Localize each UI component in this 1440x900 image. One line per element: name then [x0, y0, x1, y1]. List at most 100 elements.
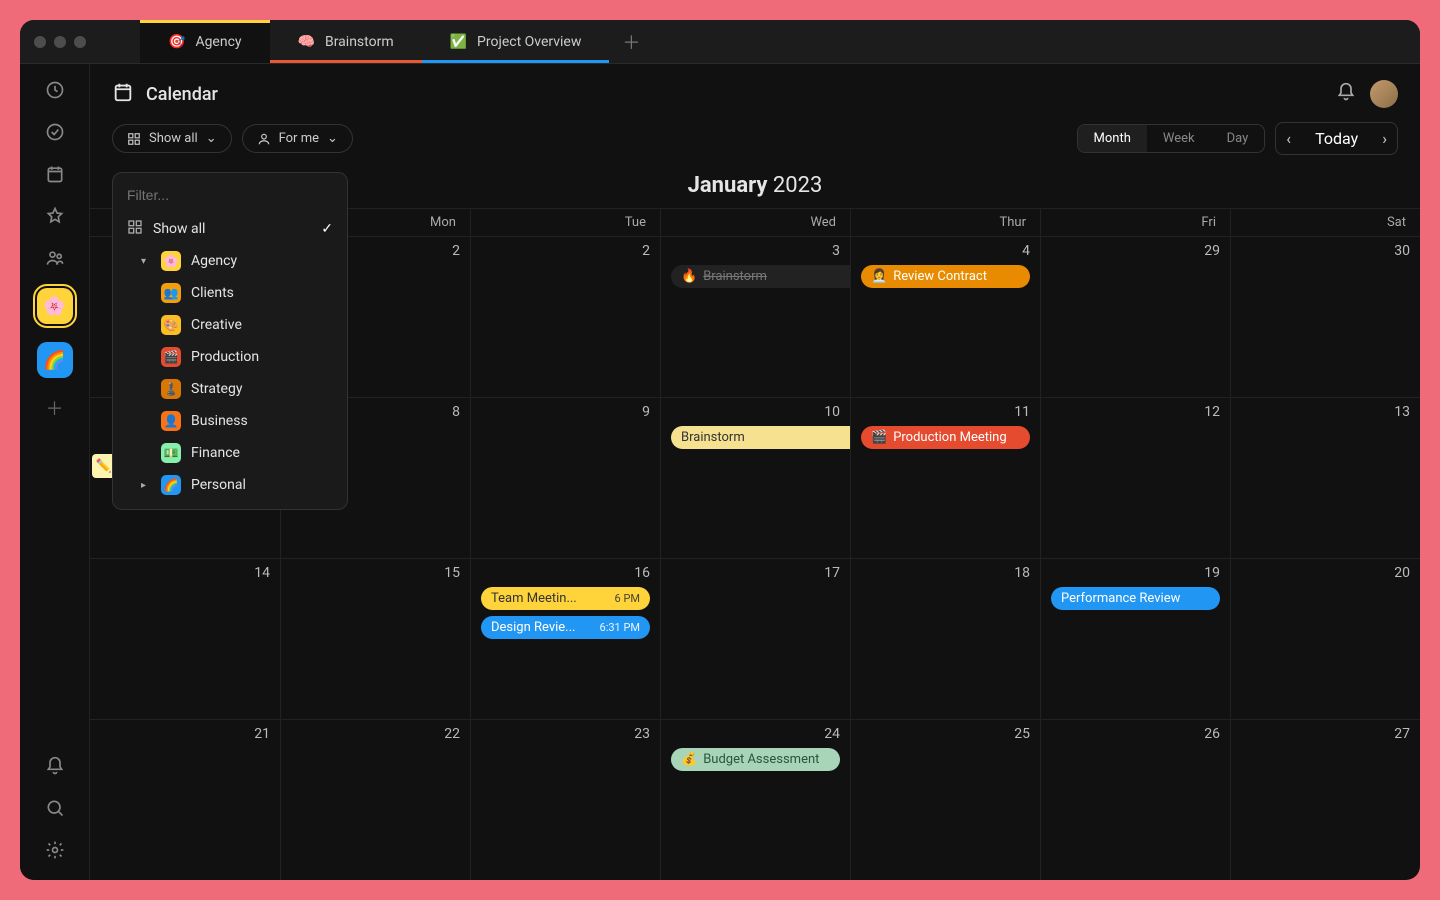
people-icon[interactable]	[43, 246, 67, 270]
day-cell[interactable]: 26	[1040, 720, 1230, 880]
tab-add[interactable]: ＋	[609, 20, 653, 63]
today-button[interactable]: Today	[1301, 123, 1372, 154]
day-cell[interactable]: 24💰Budget Assessment	[660, 720, 850, 880]
workspace-agency[interactable]: 🌸	[37, 288, 73, 324]
event-label: Team Meetin...	[491, 591, 577, 606]
folder-icon: 👥	[161, 283, 181, 303]
day-number: 14	[100, 565, 270, 581]
day-cell[interactable]: 9	[470, 398, 660, 558]
day-cell[interactable]: 20	[1230, 559, 1420, 719]
filter-option-show-all[interactable]: Show all ✓	[113, 213, 347, 245]
day-number: 15	[291, 565, 460, 581]
day-cell[interactable]: 21	[90, 720, 280, 880]
sidebar-bottom	[43, 754, 67, 880]
day-cell[interactable]: 2	[470, 237, 660, 397]
event-icon: 👩‍💼	[871, 269, 887, 284]
day-cell[interactable]: 29	[1040, 237, 1230, 397]
main: Calendar Show all ⌄ For me	[90, 64, 1420, 880]
calendar-event[interactable]: 🔥Brainstorm	[671, 265, 850, 288]
filter-show-all[interactable]: Show all ⌄	[112, 124, 232, 153]
window-controls	[20, 36, 100, 48]
tab-icon: 🧠	[298, 34, 315, 50]
clock-icon[interactable]	[43, 78, 67, 102]
date-nav: ‹ Today ›	[1275, 122, 1398, 155]
filter-option-production[interactable]: 🎬 Production	[113, 341, 347, 373]
event-label: Production Meeting	[893, 430, 1006, 445]
calendar-event[interactable]: Team Meetin...6 PM	[481, 587, 650, 610]
day-cell[interactable]: 15	[280, 559, 470, 719]
calendar-event[interactable]: Brainstorm	[671, 426, 850, 449]
day-number: 17	[671, 565, 840, 581]
day-cell[interactable]: 27	[1230, 720, 1420, 880]
workspace-personal[interactable]: 🌈	[37, 342, 73, 378]
traffic-min[interactable]	[54, 36, 66, 48]
view-month[interactable]: Month	[1078, 125, 1147, 152]
filter-option-strategy[interactable]: ♟️ Strategy	[113, 373, 347, 405]
caret-right-icon: ▸	[141, 480, 151, 491]
view-day[interactable]: Day	[1211, 125, 1265, 152]
plus-icon: ＋	[622, 29, 640, 55]
gear-icon[interactable]	[43, 838, 67, 862]
day-cell[interactable]: 16Team Meetin...6 PMDesign Revie...6:31 …	[470, 559, 660, 719]
dow-wed: Wed	[660, 209, 850, 236]
add-workspace[interactable]: ＋	[43, 396, 67, 420]
day-cell[interactable]: 18	[850, 559, 1040, 719]
filter-for-me[interactable]: For me ⌄	[242, 124, 353, 153]
day-number: 3	[671, 243, 840, 259]
calendar-event[interactable]: Design Revie... 6:31 PM	[481, 616, 650, 639]
day-cell[interactable]: 17	[660, 559, 850, 719]
day-cell[interactable]: 10Brainstorm	[660, 398, 850, 558]
day-cell[interactable]: 14	[90, 559, 280, 719]
tab-agency[interactable]: 🎯 Agency	[140, 20, 270, 63]
day-cell[interactable]: 19Performance Review	[1040, 559, 1230, 719]
day-cell[interactable]: 12	[1040, 398, 1230, 558]
tab-project-overview[interactable]: ✅ Project Overview	[422, 20, 610, 63]
plus-icon: ＋	[46, 395, 64, 421]
calendar-event[interactable]: 🎬Production Meeting	[861, 426, 1030, 449]
search-icon[interactable]	[43, 796, 67, 820]
calendar-event[interactable]: Performance Review	[1051, 587, 1220, 610]
filter-option-creative[interactable]: 🎨 Creative	[113, 309, 347, 341]
filter-option-finance[interactable]: 💵 Finance	[113, 437, 347, 469]
day-cell[interactable]: 11🎬Production Meeting	[850, 398, 1040, 558]
avatar[interactable]	[1370, 80, 1398, 108]
folder-icon: 🌸	[161, 251, 181, 271]
event-label: Design Revie...	[491, 620, 575, 635]
day-cell[interactable]: 30	[1230, 237, 1420, 397]
check-circle-icon[interactable]	[43, 120, 67, 144]
filter-option-business[interactable]: 👤 Business	[113, 405, 347, 437]
next-button[interactable]: ›	[1372, 123, 1397, 154]
option-label: Business	[191, 413, 248, 429]
filter-input[interactable]	[113, 181, 347, 213]
filter-option-personal[interactable]: ▸ 🌈 Personal	[113, 469, 347, 501]
calendar-icon[interactable]	[43, 162, 67, 186]
tab-brainstorm[interactable]: 🧠 Brainstorm	[270, 20, 422, 63]
day-cell[interactable]: 3 🔥Brainstorm	[660, 237, 850, 397]
chevron-down-icon: ⌄	[327, 131, 338, 146]
day-number: 30	[1241, 243, 1410, 259]
day-cell[interactable]: 13	[1230, 398, 1420, 558]
bell-icon[interactable]	[43, 754, 67, 778]
calendar-event[interactable]: 💰Budget Assessment	[671, 748, 840, 771]
day-number: 22	[291, 726, 460, 742]
view-week[interactable]: Week	[1147, 125, 1211, 152]
day-cell[interactable]: 4👩‍💼Review Contract	[850, 237, 1040, 397]
view-segmented: Month Week Day	[1077, 124, 1266, 153]
traffic-max[interactable]	[74, 36, 86, 48]
day-cell[interactable]: 23	[470, 720, 660, 880]
day-cell[interactable]: 22	[280, 720, 470, 880]
event-time: 6:31 PM	[600, 621, 640, 634]
event-label: Performance Review	[1061, 591, 1180, 606]
day-cell[interactable]: 25	[850, 720, 1040, 880]
star-icon[interactable]	[43, 204, 67, 228]
bell-icon[interactable]	[1336, 82, 1356, 106]
filter-option-clients[interactable]: 👥 Clients	[113, 277, 347, 309]
week-row: 141516Team Meetin...6 PMDesign Revie...6…	[90, 558, 1420, 719]
calendar-event[interactable]: 👩‍💼Review Contract	[861, 265, 1030, 288]
grid-icon	[127, 219, 143, 239]
option-label: Creative	[191, 317, 242, 333]
filter-option-agency[interactable]: ▾ 🌸 Agency	[113, 245, 347, 277]
day-number: 2	[481, 243, 650, 259]
prev-button[interactable]: ‹	[1276, 123, 1301, 154]
traffic-close[interactable]	[34, 36, 46, 48]
